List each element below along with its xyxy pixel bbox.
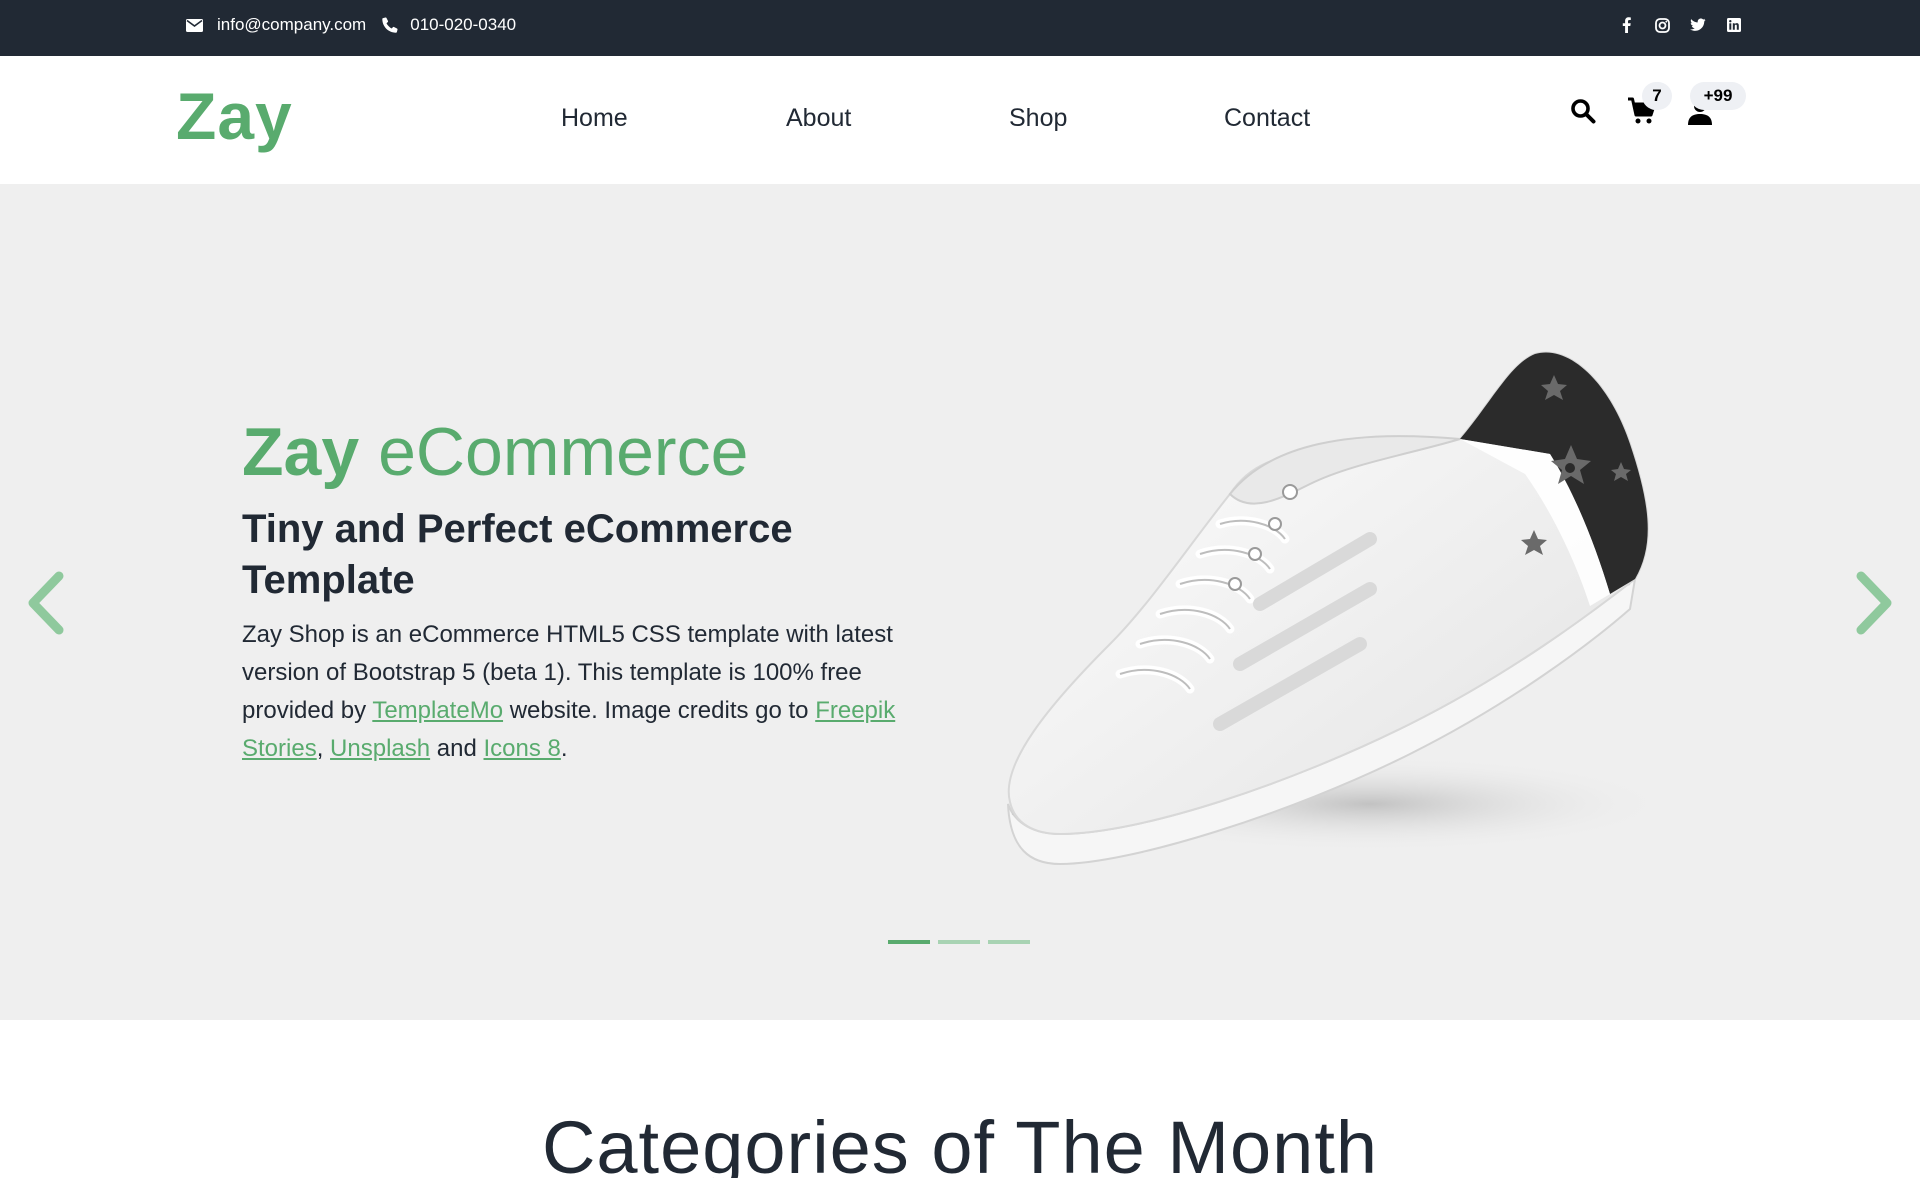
hero-text-part: . [560, 735, 568, 762]
phone-icon [382, 17, 398, 33]
nav-shop[interactable]: Shop [1009, 104, 1067, 133]
nav-contact[interactable]: Contact [1224, 104, 1310, 133]
nav-about[interactable]: About [786, 104, 851, 133]
main-navbar: Zay Home About Shop Contact 7 +99 [0, 56, 1920, 184]
carousel-prev-button[interactable] [20, 568, 70, 638]
carousel-next-button[interactable] [1850, 568, 1900, 638]
carousel-indicator-3[interactable] [988, 940, 1030, 944]
hero-text-part: and [430, 735, 484, 762]
carousel-indicators [888, 940, 1030, 944]
email-link[interactable]: info@company.com [217, 15, 366, 35]
sneaker-image [1007, 351, 1670, 866]
search-icon[interactable] [1568, 96, 1598, 126]
categories-title: Categories of The Month [541, 1106, 1379, 1178]
user-count-badge: +99 [1690, 82, 1746, 110]
social-links [1618, 0, 1742, 50]
templatemo-link[interactable]: TemplateMo [372, 697, 503, 724]
facebook-icon[interactable] [1618, 17, 1634, 33]
instagram-icon[interactable] [1654, 17, 1670, 33]
carousel-indicator-1[interactable] [888, 940, 930, 944]
chevron-left-icon [28, 571, 64, 635]
twitter-icon[interactable] [1690, 17, 1706, 33]
phone-link[interactable]: 010-020-0340 [410, 15, 516, 35]
linkedin-icon[interactable] [1726, 17, 1742, 33]
hero-title-brand: Zay [242, 414, 360, 490]
hero-title-rest: eCommerce [359, 414, 749, 490]
icons8-link[interactable]: Icons 8 [484, 735, 561, 762]
chevron-right-icon [1856, 571, 1892, 635]
carousel-indicator-2[interactable] [938, 940, 980, 944]
cart-count-badge: 7 [1642, 82, 1672, 110]
unsplash-link[interactable]: Unsplash [330, 735, 430, 762]
contact-info: info@company.com 010-020-0340 [186, 0, 516, 50]
envelope-icon [186, 18, 203, 32]
hero-text-part: , [316, 735, 331, 762]
header-actions: 7 +99 [1562, 82, 1762, 146]
hero-subtitle: Tiny and Perfect eCommerce Template [242, 507, 793, 602]
top-bar: info@company.com 010-020-0340 [0, 0, 1920, 56]
hero-carousel: Zay eCommerce Tiny and Perfect eCommerce… [0, 184, 1920, 1020]
hero-description: Zay Shop is an eCommerce HTML5 CSS templ… [242, 616, 942, 768]
brand-logo[interactable]: Zay [176, 78, 293, 154]
hero-text-part: website. Image credits go to [503, 697, 816, 724]
hero-title: Zay eCommerce [242, 414, 748, 490]
nav-home[interactable]: Home [561, 104, 628, 133]
